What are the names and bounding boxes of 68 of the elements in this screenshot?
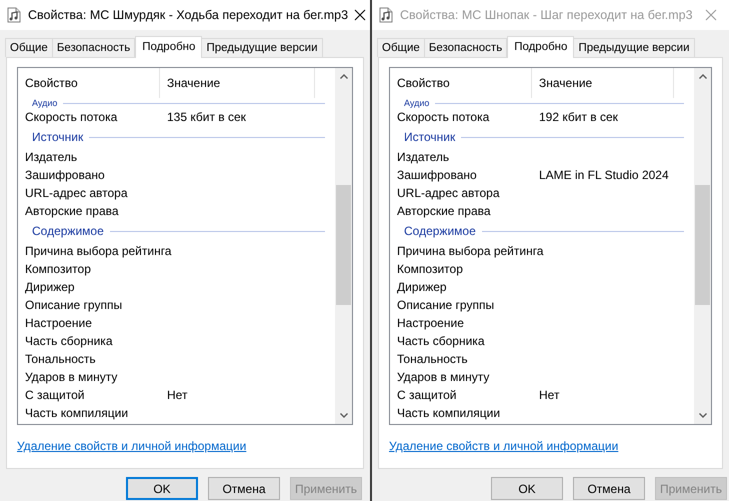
column-header[interactable]: Свойство (390, 68, 532, 98)
property-name: Часть сборника (25, 333, 112, 350)
property-name: Дирижер (25, 279, 75, 296)
window-title: Свойства: МС Шнопак - Шаг переходит на бег.mp3 (400, 6, 694, 24)
column-header[interactable]: Свойство (18, 68, 160, 98)
property-name: Причина выбора рейтинга (397, 243, 544, 260)
property-value: LAME in FL Studio 2024 (539, 167, 669, 184)
property-name: Издатель (397, 149, 450, 166)
group-header: Содержимое (404, 223, 476, 240)
tab[interactable]: Подробно (507, 36, 574, 58)
scrollbar[interactable] (335, 68, 352, 424)
tab[interactable]: Общие (5, 38, 53, 57)
tab[interactable]: Предыдущие версии (573, 38, 695, 57)
property-name: URL-адрес автора (397, 185, 500, 202)
scroll-thumb[interactable] (336, 185, 351, 305)
window-title: Свойства: МС Шмурдяк - Ходьба переходит на бег.mp3 (28, 6, 348, 24)
dialog-button[interactable]: Отмена (573, 477, 645, 500)
property-name: Скорость потока (397, 109, 490, 126)
property-name: Композитор (397, 261, 463, 278)
close-icon[interactable] (354, 9, 366, 21)
remove-properties-link[interactable]: Удаление свойств и личной информации (17, 437, 246, 455)
property-name: Скорость потока (25, 109, 118, 126)
music-file-icon (6, 7, 22, 23)
property-name: С защитой (397, 387, 456, 404)
property-name: Описание группы (397, 297, 494, 314)
property-name: Зашифровано (397, 167, 477, 184)
group-header: Содержимое (32, 223, 104, 240)
property-name: Часть сборника (397, 333, 484, 350)
remove-properties-link[interactable]: Удаление свойств и личной информации (389, 437, 618, 455)
property-name: С защитой (25, 387, 84, 404)
column-header[interactable]: Значение (160, 68, 315, 98)
property-value: Нет (539, 387, 560, 404)
property-name: Тональность (25, 351, 96, 368)
dialog-button[interactable]: Отмена (208, 477, 280, 500)
property-name: Издатель (25, 149, 78, 166)
property-name: Дирижер (397, 279, 447, 296)
property-name: Часть компиляции (397, 405, 500, 422)
property-name: Авторские права (25, 203, 119, 220)
property-name: Ударов в минуту (25, 369, 118, 386)
group-header: Аудио (32, 98, 58, 108)
property-value: 192 кбит в сек (539, 109, 618, 126)
property-name: Зашифровано (25, 167, 105, 184)
property-name: Часть компиляции (25, 405, 128, 422)
dialog-button[interactable]: OK (491, 477, 563, 500)
dialog-button[interactable]: OK (126, 477, 198, 500)
property-name: Настроение (397, 315, 464, 332)
property-name: Тональность (397, 351, 468, 368)
group-header: Источник (404, 129, 456, 146)
property-name: Композитор (25, 261, 91, 278)
tab[interactable]: Предыдущие версии (201, 38, 323, 57)
scrollbar[interactable] (694, 68, 711, 424)
tab[interactable]: Подробно (135, 36, 202, 58)
property-name: Причина выбора рейтинга (25, 243, 172, 260)
property-name: Описание группы (25, 297, 122, 314)
property-name: Авторские права (397, 203, 491, 220)
property-value: 135 кбит в сек (167, 109, 246, 126)
tab[interactable]: Безопасность (52, 38, 136, 57)
music-file-icon (378, 7, 394, 23)
property-name: Ударов в минуту (397, 369, 490, 386)
column-header[interactable]: Значение (532, 68, 674, 98)
group-header: Аудио (404, 98, 430, 108)
tab[interactable]: Общие (377, 38, 425, 57)
tab[interactable]: Безопасность (424, 38, 508, 57)
property-value: Нет (167, 387, 188, 404)
scroll-thumb[interactable] (695, 185, 710, 305)
property-name: URL-адрес автора (25, 185, 128, 202)
group-header: Источник (32, 129, 84, 146)
property-name: Настроение (25, 315, 92, 332)
